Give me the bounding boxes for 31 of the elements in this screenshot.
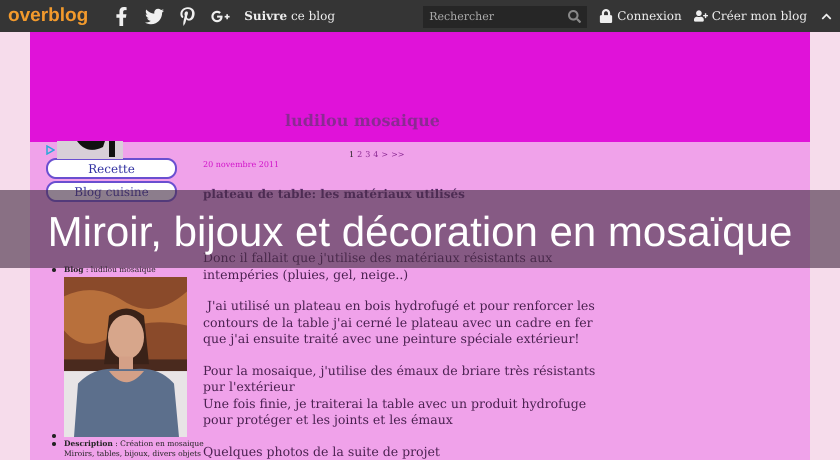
search-field[interactable]: Rechercher bbox=[423, 6, 588, 28]
follow-link[interactable]: Suivre ce blog bbox=[244, 9, 336, 23]
banner-title: Miroir, bijoux et décoration en mosaïque bbox=[48, 211, 792, 253]
post-text: pur l'extérieur bbox=[203, 379, 296, 396]
user-icon bbox=[694, 9, 708, 23]
post-text: Pour la mosaique, j'utilise des émaux de briare très résistants bbox=[203, 362, 596, 379]
post-text: pour protéger et les joints et les émaux bbox=[203, 412, 454, 428]
post-text: que j'ai ensuite traité avec une peinture spéciale extérieur! bbox=[203, 331, 580, 348]
post-text: contours de la table j'ai cerné le plateau avec un cadre en fer bbox=[203, 314, 594, 331]
post-date: 20 novembre 2011 bbox=[203, 160, 280, 169]
page-link[interactable]: 4 bbox=[373, 150, 378, 159]
nav-link[interactable]: Créer mon blog bbox=[712, 9, 807, 23]
bird-icon[interactable] bbox=[145, 6, 164, 26]
page-link[interactable]: 2 bbox=[357, 150, 362, 159]
pinterest-icon[interactable] bbox=[178, 6, 198, 26]
page-link[interactable]: >> bbox=[391, 150, 404, 159]
page-link[interactable]: > bbox=[381, 150, 388, 159]
page-link[interactable]: 1 bbox=[349, 150, 354, 159]
post-text: intempéries (pluies, gel, neige..) bbox=[203, 266, 410, 283]
post-title[interactable]: plateau de table: les matériaux utilisés bbox=[203, 187, 810, 201]
caret-icon[interactable] bbox=[821, 10, 832, 22]
post-text: Une fois finie, je traiterai la table avec un produit hydrofuge bbox=[203, 396, 588, 412]
lock-icon bbox=[599, 9, 614, 23]
nav-link[interactable]: Connexion bbox=[617, 9, 682, 23]
logo[interactable]: overblog bbox=[8, 5, 88, 27]
category-button[interactable]: Recette bbox=[46, 158, 177, 179]
post-text: J'ai utilisé un plateau en bois hydrofugé et pour renforcer les bbox=[205, 298, 596, 314]
page-link[interactable]: 3 bbox=[365, 150, 370, 159]
blog-title: ludilou mosaique bbox=[285, 111, 440, 130]
post-text: Quelques photos de la suite de projet bbox=[203, 444, 441, 460]
search-icon[interactable] bbox=[568, 10, 582, 23]
